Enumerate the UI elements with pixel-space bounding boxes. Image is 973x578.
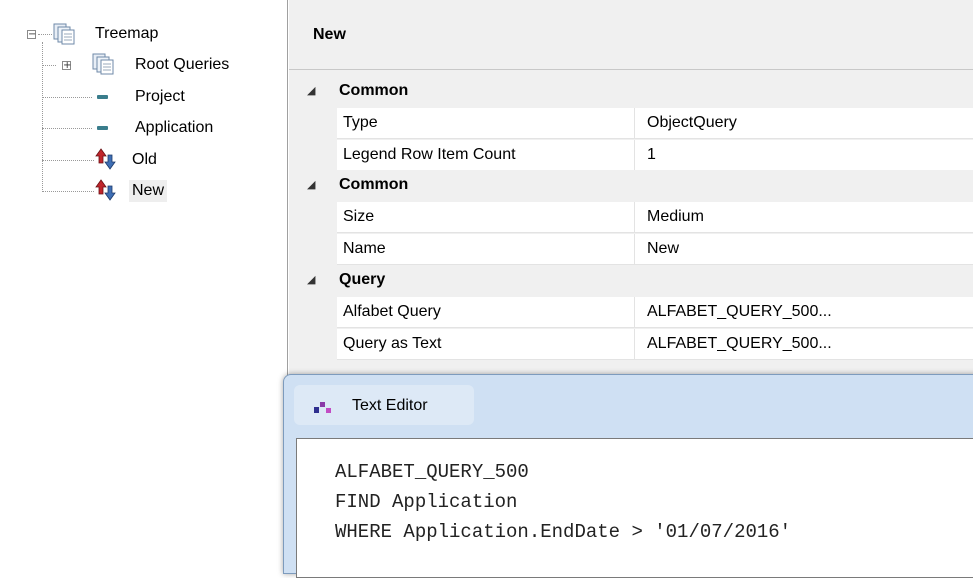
- property-row-type[interactable]: Type ObjectQuery: [289, 108, 973, 140]
- property-name: Alfabet Query: [337, 297, 635, 328]
- query-icon: [97, 95, 108, 99]
- tree-connector-line: [42, 128, 92, 129]
- category-row[interactable]: ◢ Common: [289, 76, 973, 108]
- property-name: Query as Text: [337, 329, 635, 360]
- collapse-triangle-icon[interactable]: ◢: [307, 178, 315, 191]
- property-name: Type: [337, 108, 635, 139]
- collapse-triangle-icon[interactable]: ◢: [307, 273, 315, 286]
- property-row-query-as-text[interactable]: Query as Text ALFABET_QUERY_500...: [289, 329, 973, 361]
- property-row-name[interactable]: Name New: [289, 234, 973, 266]
- text-editor-titlebar[interactable]: Text Editor: [284, 375, 973, 435]
- app-logo-icon: [314, 399, 336, 419]
- code-line: ALFABET_QUERY_500: [335, 461, 529, 483]
- code-line: WHERE Application.EndDate > '01/07/2016': [335, 521, 792, 543]
- tree-connector-line: [42, 97, 92, 98]
- stacked-pages-icon: [91, 52, 115, 80]
- property-value[interactable]: 1: [635, 140, 973, 171]
- tree-connector-line: [38, 34, 52, 35]
- tree-item-label: Project: [135, 88, 185, 105]
- code-line: FIND Application: [335, 491, 518, 513]
- property-name: Legend Row Item Count: [337, 140, 635, 171]
- property-value[interactable]: New: [635, 234, 973, 265]
- category-label: Common: [339, 176, 409, 193]
- text-editor-title: Text Editor: [352, 397, 428, 414]
- tree-item-label: Root Queries: [135, 56, 230, 73]
- category-label: Query: [339, 271, 386, 288]
- text-editor-window[interactable]: Text Editor ALFABET_QUERY_500 FIND Appli…: [283, 374, 973, 578]
- property-value[interactable]: ALFABET_QUERY_500...: [635, 329, 973, 360]
- tree-item-label: Old: [132, 151, 157, 168]
- property-name: Name: [337, 234, 635, 265]
- tree-item-treemap[interactable]: Treemap: [92, 23, 161, 45]
- up-down-arrows-icon: [95, 147, 119, 175]
- tree-connector-line: [42, 65, 56, 66]
- up-down-arrows-icon: [95, 178, 119, 206]
- tree-item-label: New: [129, 180, 168, 202]
- property-value[interactable]: ObjectQuery: [635, 108, 973, 139]
- property-row-alfabet-query[interactable]: Alfabet Query ALFABET_QUERY_500...: [289, 297, 973, 329]
- selected-object-title: New: [313, 26, 346, 43]
- property-grid-header: New: [289, 0, 973, 70]
- query-text-area[interactable]: ALFABET_QUERY_500 FIND Application WHERE…: [296, 438, 973, 578]
- tree-item-root-queries[interactable]: Root Queries: [132, 54, 232, 76]
- expand-expander[interactable]: +: [62, 61, 71, 71]
- tree-item-project[interactable]: Project: [132, 86, 188, 108]
- category-label: Common: [339, 82, 409, 99]
- collapse-expander[interactable]: −: [27, 30, 36, 40]
- tree-item-new[interactable]: New: [129, 180, 168, 202]
- tree-connector-line: [42, 160, 94, 161]
- category-row[interactable]: ◢ Query: [289, 265, 973, 297]
- stacked-pages-icon: [52, 22, 76, 50]
- property-value[interactable]: Medium: [635, 202, 973, 233]
- tree-item-label: Treemap: [95, 25, 159, 42]
- tree-view[interactable]: − Treemap + Root Queries Project Applica…: [0, 0, 288, 568]
- tree-item-old[interactable]: Old: [129, 149, 160, 171]
- property-name: Size: [337, 202, 635, 233]
- tree-item-application[interactable]: Application: [132, 117, 216, 139]
- property-row-legend-row-item-count[interactable]: Legend Row Item Count 1: [289, 140, 973, 172]
- property-value[interactable]: ALFABET_QUERY_500...: [635, 297, 973, 328]
- tree-item-label: Application: [135, 119, 214, 136]
- tree-connector-line: [42, 191, 94, 192]
- collapse-triangle-icon[interactable]: ◢: [307, 84, 315, 97]
- category-row[interactable]: ◢ Common: [289, 170, 973, 202]
- property-row-size[interactable]: Size Medium: [289, 202, 973, 234]
- query-icon: [97, 126, 108, 130]
